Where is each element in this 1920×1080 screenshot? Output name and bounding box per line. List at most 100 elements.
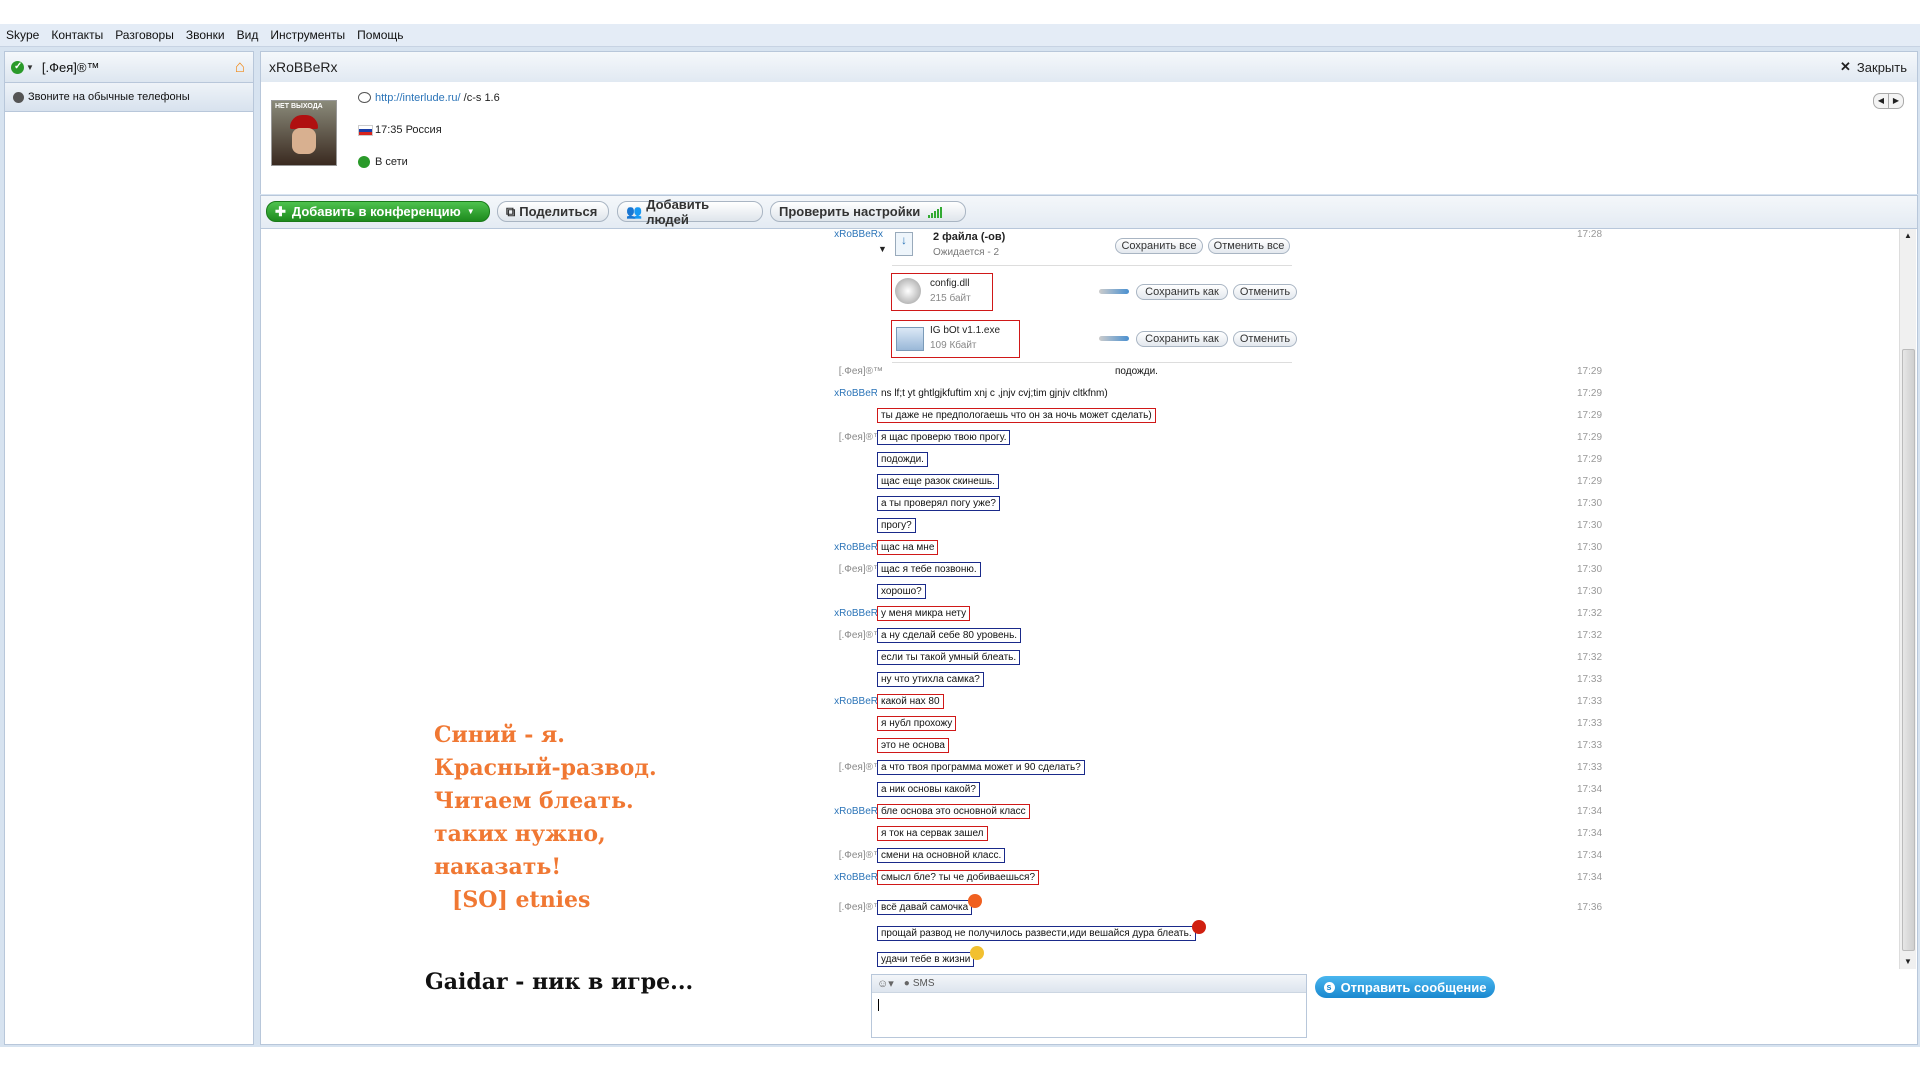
annotation-line: Синий - я. <box>434 722 565 748</box>
menu-item[interactable]: Skype <box>0 28 45 42</box>
message-text: это не основа <box>877 738 949 753</box>
menu-item[interactable]: Помощь <box>351 28 409 42</box>
message-time: 17:30 <box>1577 520 1603 531</box>
message-time: 17:30 <box>1577 564 1603 575</box>
message-time: 17:29 <box>1577 388 1603 399</box>
save-as-button[interactable]: Сохранить как <box>1136 284 1228 300</box>
message-text: прощай развод не получилось развести,иди… <box>877 926 1196 941</box>
menu-item[interactable]: Разговоры <box>109 28 180 42</box>
check-settings-button[interactable]: Проверить настройки <box>770 201 966 222</box>
annotation-line: [SO] etnies <box>452 887 591 913</box>
message-text: щас я тебе позвоню. <box>877 562 981 577</box>
close-button[interactable]: ✕ Закрыть <box>1840 59 1907 75</box>
message-text: всё давай самочка <box>877 900 973 915</box>
collapse-triangle-icon[interactable]: ▼ <box>878 244 887 254</box>
skype-icon <box>13 91 24 103</box>
sms-label[interactable]: SMS <box>913 978 935 989</box>
profile-bar[interactable]: ✓ ▼ [.Фея]®™ ⌂ <box>5 52 253 83</box>
annotation-block: Синий - я. Красный-развод. Читаем блеать. т… <box>434 719 657 917</box>
message-time: 17:33 <box>1577 696 1603 707</box>
file-name: config.dll <box>930 278 970 289</box>
file-transfer: xRoBBeRx 17:28 ▼ ↓ 2 файла (-ов) Ожидает… <box>261 229 1661 369</box>
message-text: а ты проверял погу уже? <box>877 496 1000 511</box>
message-text: хорошо? <box>877 584 926 599</box>
annotation-line: Красный-развод. <box>434 755 657 781</box>
mood-message: http://interlude.ru/ /c-s 1.6 <box>375 92 500 104</box>
menu-item[interactable]: Контакты <box>45 28 109 42</box>
menu-item[interactable]: Инструменты <box>264 28 351 42</box>
input-toolbar: ☺▾ ● SMS <box>872 975 1306 993</box>
conversation-toolbar: ✚ Добавить в конференцию ▼ ⧉ Поделиться … <box>260 195 1918 229</box>
chevron-down-icon: ▼ <box>466 207 475 216</box>
cancel-button[interactable]: Отменить <box>1233 284 1297 300</box>
message-text: подожди. <box>1111 364 1162 379</box>
message-text: бле основа это основной класс <box>877 804 1030 819</box>
people-icon: 👥 <box>626 203 643 219</box>
annotation-note: Gaidar - ник в игре... <box>425 969 694 995</box>
message-sender: [.Фея]®™ <box>838 762 883 773</box>
scroll-down-icon[interactable]: ▼ <box>1904 957 1912 966</box>
message-sender: [.Фея]®™ <box>838 902 883 913</box>
message-sender: xRoBBeRx <box>834 872 883 883</box>
message-time: 17:33 <box>1577 674 1603 685</box>
menu-item[interactable]: Вид <box>231 28 265 42</box>
contact-header: xRoBBeRx ✕ Закрыть <box>260 51 1918 83</box>
message-sender: [.Фея]®™ <box>838 432 883 443</box>
message-time: 17:32 <box>1577 608 1603 619</box>
chevron-down-icon[interactable]: ▼ <box>26 63 34 72</box>
emoticon-icon <box>968 894 982 908</box>
contact-list-pane: ✓ ▼ [.Фея]®™ ⌂ Звоните на обычные телефо… <box>4 51 254 1045</box>
dll-file-icon <box>895 278 921 304</box>
progress-toggle-icon <box>1099 336 1129 341</box>
signal-bars-icon <box>928 206 943 218</box>
cancel-all-button[interactable]: Отменить все <box>1208 238 1290 254</box>
close-label: Закрыть <box>1856 59 1907 75</box>
conversation-panel: xRoBBeRx ✕ Закрыть НЕТ ВЫХОДА http://int… <box>256 47 1920 1047</box>
prev-arrow-button[interactable]: ◀ <box>1873 93 1889 109</box>
scroll-thumb[interactable] <box>1902 349 1915 951</box>
transfer-title: 2 файла (-ов) <box>933 231 1006 243</box>
message-time: 17:30 <box>1577 542 1603 553</box>
cancel-button[interactable]: Отменить <box>1233 331 1297 347</box>
mood-text: /c-s 1.6 <box>460 92 500 104</box>
avatar[interactable]: НЕТ ВЫХОДА <box>271 100 337 166</box>
add-people-button[interactable]: 👥 Добавить людей <box>617 197 763 227</box>
send-message-button[interactable]: s Отправить сообщение <box>1315 976 1495 998</box>
message-text: у меня микра нету <box>877 606 971 621</box>
next-arrow-button[interactable]: ▶ <box>1888 93 1904 109</box>
message-input-box[interactable]: ☺▾ ● SMS <box>871 974 1307 1038</box>
message-text: ну что утихла самка? <box>877 672 984 687</box>
message-sender: xRoBBeRx <box>834 388 883 399</box>
add-conference-label: Добавить в конференцию <box>291 204 461 219</box>
save-as-button[interactable]: Сохранить как <box>1136 331 1228 347</box>
message-text: подожди. <box>877 452 928 467</box>
message-time: 17:29 <box>1577 366 1603 377</box>
menu-item[interactable]: Звонки <box>180 28 231 42</box>
transfer-time: 17:28 <box>1577 229 1603 240</box>
message-text: смени на основной класс. <box>877 848 1006 863</box>
skype-icon: s <box>1323 981 1335 993</box>
message-text: я щас проверю твою прогу. <box>877 430 1011 445</box>
message-time: 17:29 <box>1577 410 1603 421</box>
add-conference-button[interactable]: ✚ Добавить в конференцию ▼ <box>266 201 490 222</box>
scrollbar[interactable]: ▲ ▼ <box>1899 229 1916 969</box>
message-text: а ник основы какой? <box>877 782 980 797</box>
save-all-button[interactable]: Сохранить все <box>1115 238 1203 254</box>
status-online-icon[interactable]: ✓ <box>11 60 24 74</box>
scroll-up-icon[interactable]: ▲ <box>1904 231 1912 240</box>
emoticon-icon[interactable]: ☺▾ <box>877 977 894 990</box>
emoticon-icon <box>1192 920 1206 934</box>
message-time: 17:34 <box>1577 872 1603 883</box>
emoticon-icon <box>970 946 984 960</box>
home-icon[interactable]: ⌂ <box>235 57 245 77</box>
call-phones-bar[interactable]: Звоните на обычные телефоны <box>5 83 253 112</box>
online-status-icon <box>358 156 370 168</box>
mood-link[interactable]: http://interlude.ru/ <box>375 92 461 104</box>
file-name: IG bOt v1.1.exe <box>930 325 1001 336</box>
check-settings-label: Проверить настройки <box>779 204 921 219</box>
russia-flag-icon <box>358 125 373 136</box>
profile-name: [.Фея]®™ <box>41 59 100 75</box>
message-text: если ты такой умный блеать. <box>877 650 1021 665</box>
share-button[interactable]: ⧉ Поделиться <box>497 201 609 222</box>
message-text: ты даже не предпологаешь что он за ночь … <box>877 408 1156 423</box>
